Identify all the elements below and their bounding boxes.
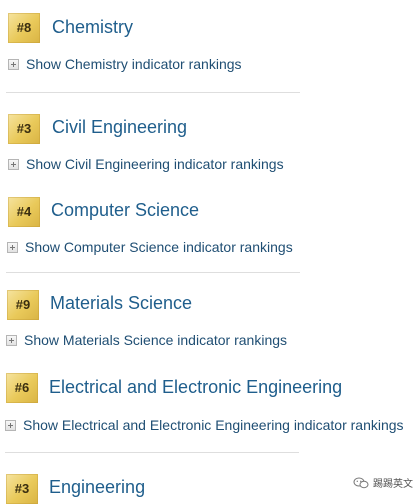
section-divider bbox=[5, 452, 299, 453]
show-indicator-rankings-toggle[interactable]: Show Civil Engineering indicator ranking… bbox=[8, 156, 284, 172]
watermark: 踢踢英文 bbox=[353, 475, 413, 490]
section-divider bbox=[6, 92, 300, 93]
toggle-label[interactable]: Show Materials Science indicator ranking… bbox=[24, 332, 287, 348]
rank-badge: #4 bbox=[8, 197, 40, 227]
rank-badge: #3 bbox=[8, 114, 40, 144]
show-indicator-rankings-toggle[interactable]: Show Chemistry indicator rankings bbox=[8, 56, 242, 72]
expand-plus-icon[interactable] bbox=[5, 419, 16, 431]
subject-title: Computer Science bbox=[51, 200, 200, 220]
show-indicator-rankings-toggle[interactable]: Show Electrical and Electronic Engineeri… bbox=[5, 417, 404, 433]
section-divider bbox=[6, 272, 300, 273]
expand-plus-icon[interactable] bbox=[8, 58, 19, 70]
subject-title: Civil Engineering bbox=[52, 117, 188, 137]
toggle-label[interactable]: Show Civil Engineering indicator ranking… bbox=[26, 156, 284, 172]
expand-plus-icon[interactable] bbox=[6, 334, 17, 346]
rank-badge: #3 bbox=[6, 474, 38, 504]
show-indicator-rankings-toggle[interactable]: Show Computer Science indicator rankings bbox=[7, 239, 293, 255]
watermark-text: 踢踢英文 bbox=[373, 479, 413, 490]
subject-title: Materials Science bbox=[50, 293, 193, 313]
toggle-label[interactable]: Show Chemistry indicator rankings bbox=[26, 56, 242, 72]
show-indicator-rankings-toggle[interactable]: Show Materials Science indicator ranking… bbox=[6, 332, 287, 348]
rank-badge: #6 bbox=[6, 373, 38, 403]
expand-plus-icon[interactable] bbox=[8, 158, 19, 170]
expand-plus-icon[interactable] bbox=[7, 241, 18, 253]
subject-title: Chemistry bbox=[52, 17, 134, 37]
toggle-label[interactable]: Show Electrical and Electronic Engineeri… bbox=[23, 417, 404, 433]
rank-badge: #9 bbox=[7, 290, 39, 320]
subject-title: Electrical and Electronic Engineering bbox=[49, 377, 343, 397]
toggle-label[interactable]: Show Computer Science indicator rankings bbox=[25, 239, 293, 255]
wechat-icon bbox=[353, 477, 369, 488]
rank-badge: #8 bbox=[8, 13, 40, 43]
subject-title: Engineering bbox=[49, 477, 146, 497]
